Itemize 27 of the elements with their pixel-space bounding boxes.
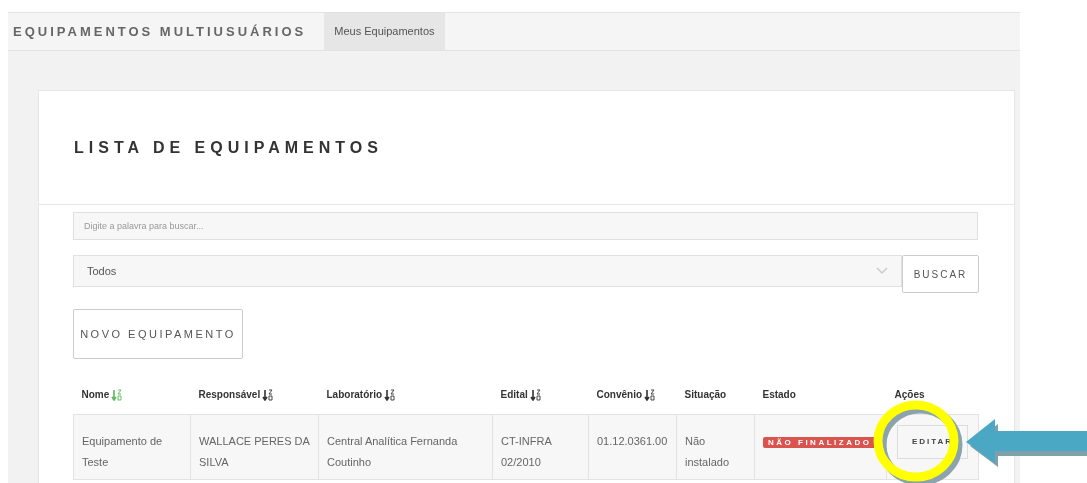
column-header: Ações: [886, 387, 979, 415]
column-header: Estado: [754, 387, 887, 415]
filter-select[interactable]: Todos: [73, 255, 902, 287]
table-cell: Não instalado: [676, 414, 755, 480]
table-cell: Central Analítica Fernanda Coutinho: [318, 414, 493, 480]
sort-icon[interactable]: [644, 389, 657, 402]
column-header[interactable]: Convênio: [588, 387, 677, 415]
new-equipment-button[interactable]: NOVO EQUIPAMENTO: [73, 309, 243, 359]
search-field[interactable]: Digite a palavra para buscar...: [73, 212, 978, 240]
status-badge: NÃO FINALIZADO: [763, 437, 877, 448]
column-header[interactable]: Responsável: [190, 387, 319, 415]
table-cell: WALLACE PERES DA SILVA: [190, 414, 319, 480]
nav-tab[interactable]: Meus Equipamentos: [324, 13, 445, 50]
brand-title: EQUIPAMENTOS MULTIUSUÁRIOS: [13, 22, 307, 41]
chevron-down-icon: [876, 267, 888, 275]
sort-icon[interactable]: [384, 389, 397, 402]
search-button[interactable]: BUSCAR: [902, 255, 979, 293]
table-cell: CT-INFRA 02/2010: [492, 414, 589, 480]
column-header[interactable]: Nome: [73, 387, 191, 415]
table-cell: Equipamento de Teste: [73, 414, 191, 480]
sort-icon[interactable]: [529, 389, 542, 402]
card-title: LISTA DE EQUIPAMENTOS: [74, 137, 383, 158]
column-header[interactable]: Laboratório: [318, 387, 493, 415]
column-header: Situação: [676, 387, 755, 415]
sort-icon[interactable]: [262, 389, 275, 402]
column-header[interactable]: Edital: [492, 387, 589, 415]
table-cell: 01.12.0361.00: [588, 414, 677, 480]
